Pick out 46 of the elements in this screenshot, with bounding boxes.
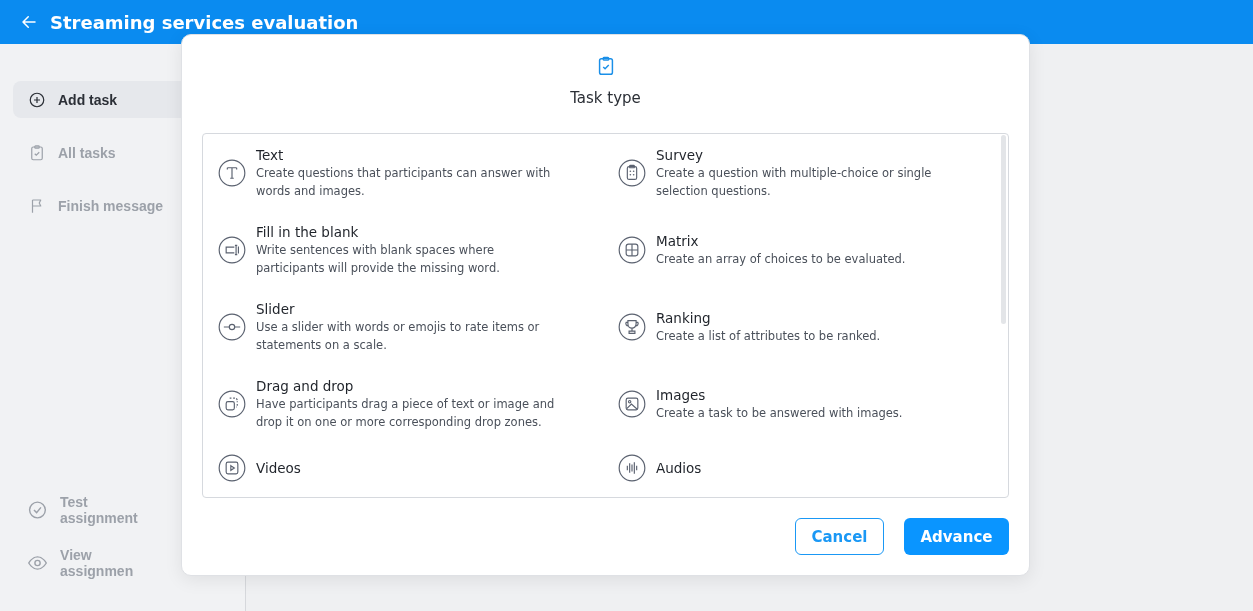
- option-title: Videos: [256, 458, 302, 477]
- option-title: Ranking: [656, 308, 712, 327]
- text-field-icon: [218, 235, 246, 264]
- option-description: Create a question with multiple-choice or single selection questions.: [656, 164, 933, 200]
- option-title: Images: [656, 385, 707, 404]
- page-title: Streaming services evaluation: [50, 11, 359, 33]
- task-type-option[interactable]: Ranking Create a list of attributes to be ranked.: [618, 308, 1008, 345]
- grid-icon: [618, 235, 646, 264]
- task-type-option[interactable]: Survey Create a question with multiple-choice or single selection questions.: [618, 145, 1008, 200]
- task-type-option[interactable]: Fill in the blank Write sentences with blank spaces where participants will provide the missing word.: [218, 222, 618, 277]
- slider-icon: [218, 312, 246, 341]
- task-type-option[interactable]: Images Create a task to be answered with images.: [618, 385, 1008, 422]
- option-title: Text: [256, 145, 285, 164]
- option-description: Create a task to be answered with images.: [656, 404, 904, 422]
- option-description: Have participants drag a piece of text or image and drop it on one or more corresponding drop zones.: [256, 395, 556, 431]
- option-title: Drag and drop: [256, 376, 355, 395]
- dialog-title: Task type: [570, 89, 641, 107]
- option-title: Survey: [656, 145, 704, 164]
- option-title: Fill in the blank: [256, 222, 360, 241]
- image-icon: [618, 389, 646, 418]
- task-type-option[interactable]: Slider Use a slider with words or emojis to rate items or statements on a scale.: [218, 299, 618, 354]
- video-icon: [218, 453, 246, 482]
- task-type-option[interactable]: Audios: [618, 453, 1008, 482]
- option-description: Create questions that participants can answer with words and images.: [256, 164, 552, 200]
- task-type-option[interactable]: Text Create questions that participants can answer with words and images.: [218, 145, 618, 200]
- task-type-option[interactable]: Matrix Create an array of choices to be evaluated.: [618, 231, 1008, 268]
- clipboard-dots-icon: [618, 158, 646, 187]
- check-circle-icon: [27, 498, 48, 521]
- option-description: Create an array of choices to be evaluated.: [656, 250, 907, 268]
- trophy-icon: [618, 312, 646, 341]
- back-button[interactable]: [20, 13, 38, 31]
- option-description: Create a list of attributes to be ranked.: [656, 327, 882, 345]
- sound-bars-icon: [618, 453, 646, 482]
- task-type-option[interactable]: Videos: [218, 453, 618, 482]
- option-title: Matrix: [656, 231, 700, 250]
- task-type-option[interactable]: Drag and drop Have participants drag a piece of text or image and drop it on one or more corresponding drop zones.: [218, 376, 618, 431]
- text-icon: [218, 158, 246, 187]
- option-description: Use a slider with words or emojis to rate items or statements on a scale.: [256, 318, 541, 354]
- option-title: Slider: [256, 299, 296, 318]
- clipboard-check-icon: [28, 143, 46, 162]
- plus-circle-icon: [28, 90, 46, 109]
- option-description: Write sentences with blank spaces where participants will provide the missing word.: [256, 241, 501, 277]
- back-arrow-icon: [20, 13, 38, 31]
- scrollbar[interactable]: [1001, 134, 1006, 324]
- option-title: Audios: [656, 458, 703, 477]
- copy-dashed-icon: [218, 389, 246, 418]
